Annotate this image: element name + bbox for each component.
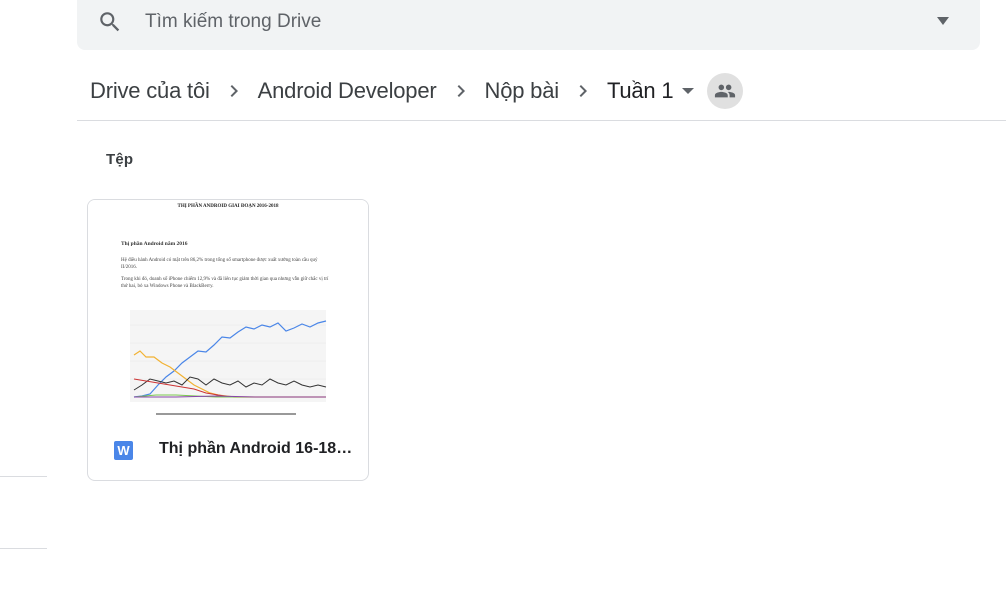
breadcrumb: Drive của tôi Android Developer Nộp bài … <box>78 70 744 112</box>
breadcrumb-android-developer[interactable]: Android Developer <box>246 74 449 108</box>
breadcrumb-current-folder[interactable]: Tuần 1 <box>595 74 677 108</box>
preview-paragraph: Hệ điều hành Android có mặt trên 86,2% t… <box>121 258 318 270</box>
chevron-right-icon <box>449 79 473 103</box>
file-card[interactable]: THỊ PHẦN ANDROID GIAI ĐOẠN 2016-2018 Thị… <box>87 199 369 481</box>
shared-folder-people-icon[interactable] <box>707 73 744 109</box>
preview-doc-title: THỊ PHẦN ANDROID GIAI ĐOẠN 2016-2018 <box>177 204 279 209</box>
search-icon[interactable] <box>97 9 123 35</box>
preview-heading: Thị phần Android năm 2016 <box>121 241 188 247</box>
chevron-right-icon <box>571 79 595 103</box>
files-section-title: Tệp <box>106 151 134 168</box>
search-options-dropdown-icon[interactable] <box>933 14 953 28</box>
folder-menu-dropdown-icon[interactable] <box>677 80 699 102</box>
search-input[interactable] <box>143 6 907 38</box>
file-thumbnail: THỊ PHẦN ANDROID GIAI ĐOẠN 2016-2018 Thị… <box>88 200 368 422</box>
breadcrumb-nop-bai[interactable]: Nộp bài <box>473 74 571 108</box>
preview-paragraph: Trong khi đó, doanh số iPhone chiếm 12,9… <box>121 277 329 289</box>
chevron-right-icon <box>222 79 246 103</box>
sidebar-divider <box>0 548 47 549</box>
word-document-icon: W <box>114 441 133 460</box>
preview-chart-image <box>130 310 327 415</box>
sidebar-divider <box>0 476 47 477</box>
breadcrumb-my-drive[interactable]: Drive của tôi <box>78 74 222 108</box>
file-card-footer: W Thị phần Android 16-18.docx <box>88 422 368 480</box>
file-name: Thị phần Android 16-18.docx <box>159 440 354 457</box>
header-divider <box>77 120 1006 121</box>
search-bar[interactable] <box>77 0 980 50</box>
